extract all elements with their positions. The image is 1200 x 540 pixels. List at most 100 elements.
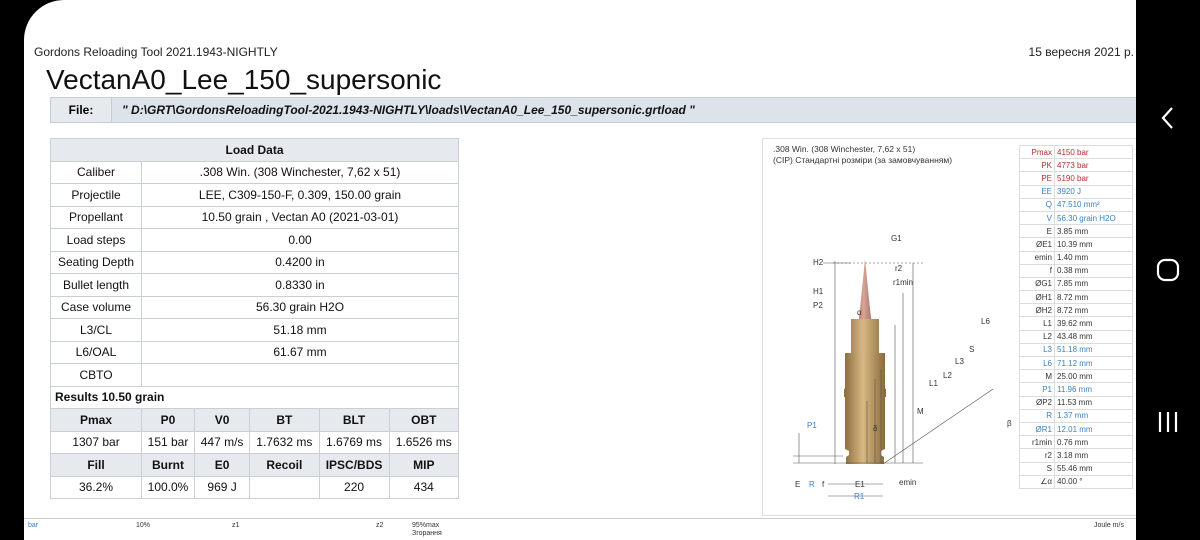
label-l3: L3 <box>955 357 964 366</box>
dimension-params-table: Pmax 4150 bar PK 4773 bar PE 5190 bar EE 3920 J… <box>1019 144 1133 489</box>
recents-button[interactable] <box>1136 392 1200 452</box>
row-value: 51.18 mm <box>141 318 459 342</box>
param-value: 11.96 mm <box>1054 382 1133 397</box>
param-value: 55.46 mm <box>1054 461 1133 476</box>
param-value: 1.40 mm <box>1054 250 1133 265</box>
param-row: PK 4773 bar <box>1019 158 1133 173</box>
param-key: f <box>1019 263 1055 278</box>
param-key: E <box>1019 224 1055 239</box>
result-header: Burnt <box>140 453 196 477</box>
row-label: Load steps <box>50 228 142 252</box>
dimension-lines <box>793 261 994 497</box>
param-value: 10.39 mm <box>1054 237 1133 252</box>
param-key: P1 <box>1019 382 1055 397</box>
param-row: ØE1 10.39 mm <box>1019 237 1133 252</box>
param-value: 7.85 mm <box>1054 276 1133 292</box>
load-data-table: Load Data Caliber .308 Win. (308 Winchest… <box>50 138 460 499</box>
result-header: E0 <box>194 453 251 477</box>
result-value: 100.0% <box>140 475 196 499</box>
cartridge-diagram: .308 Win. (308 Winchester, 7,62 x 51) (C… <box>762 138 1136 516</box>
param-key: r1min <box>1019 435 1055 450</box>
param-key: S <box>1019 461 1055 476</box>
param-key: L6 <box>1019 355 1055 371</box>
param-value: 11.53 mm <box>1054 395 1133 410</box>
param-value: 51.18 mm <box>1054 342 1133 358</box>
param-value: 39.62 mm <box>1054 316 1133 331</box>
param-row: R 1.37 mm <box>1019 408 1133 423</box>
param-value: 43.48 mm <box>1054 329 1133 344</box>
param-key: PK <box>1019 158 1055 173</box>
param-row: ØH1 8.72 mm <box>1019 290 1133 305</box>
cartridge-drawing: G1 H2 r2 r1min H1 P2 α L6 S L3 L2 L1 M β… <box>793 234 1012 501</box>
label-r2: r2 <box>895 264 903 273</box>
param-value: 3.85 mm <box>1054 224 1133 239</box>
param-key: L3 <box>1019 342 1055 358</box>
result-value <box>249 475 320 499</box>
result-value: 151 bar <box>140 430 196 454</box>
label-l2: L2 <box>943 371 952 380</box>
param-key: V <box>1019 210 1055 226</box>
param-value: 4773 bar <box>1054 158 1133 173</box>
axis-z1: z1 <box>232 522 240 529</box>
file-label: File: <box>51 98 112 122</box>
row-value: 56.30 grain H2O <box>141 295 459 319</box>
param-key: ØR1 <box>1019 421 1055 437</box>
label-e1: E1 <box>855 480 865 489</box>
param-value: 40.00 ° <box>1054 474 1133 489</box>
home-button[interactable] <box>1136 240 1200 300</box>
param-key: ØP2 <box>1019 395 1055 410</box>
home-circle-icon <box>1156 258 1180 282</box>
label-p2: P2 <box>813 301 823 310</box>
back-button[interactable] <box>1136 88 1200 148</box>
param-row: ØH2 8.72 mm <box>1019 303 1133 318</box>
dimension-labels: G1 H2 r2 r1min H1 P2 α L6 S L3 L2 L1 M β… <box>795 234 1012 501</box>
axis-10pct: 10% <box>136 522 151 529</box>
row-value: 0.8330 in <box>141 273 459 297</box>
result-header: V0 <box>194 408 251 432</box>
result-header: BT <box>249 408 320 432</box>
param-row: ØP2 11.53 mm <box>1019 395 1133 410</box>
row-label: Caliber <box>50 160 142 184</box>
label-h2: H2 <box>813 258 824 267</box>
row-value: 0.4200 in <box>141 250 459 274</box>
param-key: Q <box>1019 197 1055 212</box>
param-row: L6 71.12 mm <box>1019 355 1133 371</box>
param-row: Pmax 4150 bar <box>1019 144 1133 160</box>
case-lower <box>845 353 885 464</box>
param-value: 25.00 mm <box>1054 369 1133 384</box>
param-row: Q 47.510 mm² <box>1019 197 1133 212</box>
param-row: ØG1 7.85 mm <box>1019 276 1133 292</box>
param-value: 12.01 mm <box>1054 421 1133 437</box>
chart-axis-strip: bar 10% z1 z2 95%max Згорання Joule m/s <box>24 518 1136 540</box>
label-l1: L1 <box>929 379 938 388</box>
param-key: L1 <box>1019 316 1055 331</box>
result-value: 1.7632 ms <box>249 430 320 454</box>
file-path-bar: File: " D:\GRT\GordonsReloadingTool-2021… <box>50 97 1136 123</box>
param-key: r2 <box>1019 448 1055 463</box>
axis-z2: z2 <box>376 522 384 529</box>
row-value: .308 Win. (308 Winchester, 7,62 x 51) <box>141 160 459 184</box>
param-row: S 55.46 mm <box>1019 461 1133 476</box>
result-header: P0 <box>140 408 196 432</box>
param-value: 3920 J <box>1054 184 1133 199</box>
param-row: r1min 0.76 mm <box>1019 435 1133 450</box>
axis-burn: Згорання <box>412 530 442 537</box>
param-key: PE <box>1019 171 1055 186</box>
row-label: Bullet length <box>50 273 142 297</box>
row-value <box>141 363 459 387</box>
label-r1: R1 <box>854 492 865 501</box>
param-row: L1 39.62 mm <box>1019 316 1133 331</box>
param-key: ØE1 <box>1019 237 1055 252</box>
param-row: L3 51.18 mm <box>1019 342 1133 358</box>
param-row: ØR1 12.01 mm <box>1019 421 1133 437</box>
label-f: f <box>822 480 825 489</box>
param-row: PE 5190 bar <box>1019 171 1133 186</box>
param-row: E 3.85 mm <box>1019 224 1133 239</box>
label-emin: emin <box>899 478 916 487</box>
axis-95pct: 95%max <box>412 522 440 529</box>
param-value: 4150 bar <box>1054 144 1133 160</box>
label-delta: δ <box>873 424 878 433</box>
label-p1: P1 <box>807 421 817 430</box>
row-value: 61.67 mm <box>141 340 459 364</box>
row-value: 0.00 <box>141 228 459 252</box>
